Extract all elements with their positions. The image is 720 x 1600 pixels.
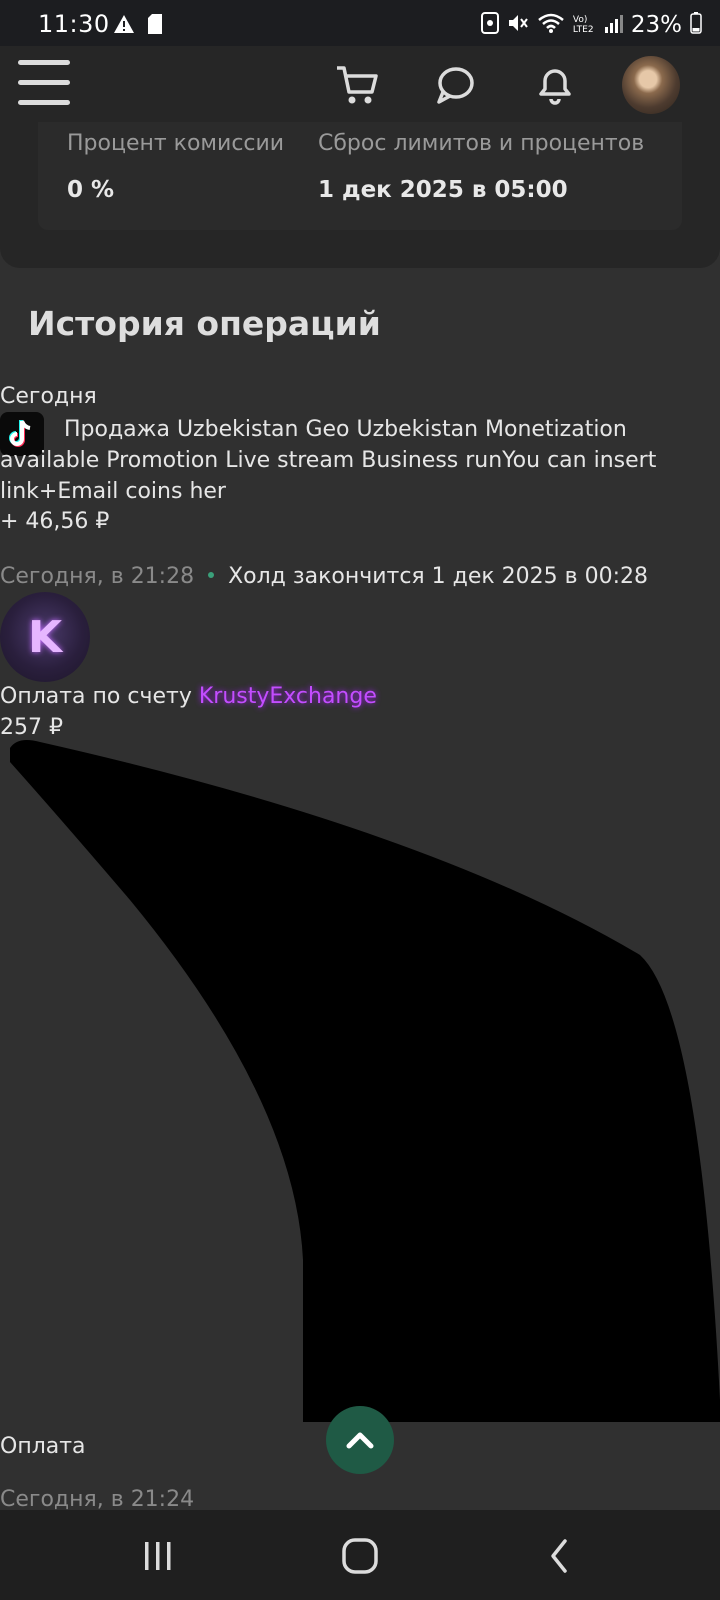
op-date: Сегодня: [0, 384, 97, 409]
op-payment-amount: 257 ₽: [0, 715, 63, 740]
commission-label: Процент комиссии: [67, 131, 285, 156]
battery-icon: [690, 12, 702, 38]
krusty-avatar-letter: K: [27, 611, 63, 663]
status-time: 11:30: [38, 10, 110, 38]
signal-icon: [604, 13, 623, 37]
sd-card-icon: [148, 14, 162, 38]
status-right: Vo) LTE2 23%: [480, 12, 702, 38]
menu-icon[interactable]: [18, 60, 72, 108]
cart-icon[interactable]: [334, 62, 380, 108]
reset-label: Сброс лимитов и процентов: [318, 131, 645, 156]
back-icon[interactable]: [530, 1526, 590, 1586]
mute-icon: [507, 12, 529, 38]
op-amount: + 46,56 ₽: [0, 509, 110, 534]
chevron-up-icon: [346, 1432, 374, 1449]
home-icon[interactable]: [330, 1526, 390, 1586]
chat-icon[interactable]: [432, 62, 478, 108]
commission-value: 0 %: [67, 177, 115, 203]
op-payment-text: Оплата по счету: [0, 684, 192, 709]
system-nav-bar: [0, 1510, 720, 1600]
redaction-overlay: [0, 740, 720, 1434]
op-payment2-text: Оплата: [0, 1434, 86, 1459]
app-header: [0, 46, 720, 122]
status-bar: 11:30 Vo) LTE2 23%: [0, 0, 720, 46]
history-title: История операций: [28, 304, 381, 343]
alert-icon: [113, 14, 135, 38]
op-description[interactable]: Продажа Uzbekistan Geo Uzbekistan Moneti…: [0, 414, 700, 507]
op-payment-line: Оплата по счету KrustyExchange: [0, 681, 377, 712]
op-hold: Холд закончится 1 дек 2025 в 00:28: [228, 564, 648, 589]
krusty-avatar[interactable]: K: [0, 592, 90, 682]
scroll-top-button[interactable]: [326, 1406, 394, 1474]
recents-icon[interactable]: [128, 1526, 188, 1586]
wifi-icon: [537, 12, 565, 38]
bell-icon[interactable]: [532, 62, 578, 108]
volte-label: Vo) LTE2: [572, 15, 594, 35]
reset-value: 1 дек 2025 в 05:00: [318, 177, 568, 203]
krusty-link[interactable]: KrustyExchange: [199, 684, 377, 709]
op-meta: Сегодня, в 21:28 Холд закончится 1 дек 20…: [0, 561, 648, 592]
avatar[interactable]: [622, 56, 680, 114]
separator-dot: [208, 572, 215, 578]
op-time: Сегодня, в 21:28: [0, 564, 195, 589]
battery-percent: 23%: [630, 12, 682, 38]
nfc-icon: [480, 12, 499, 38]
